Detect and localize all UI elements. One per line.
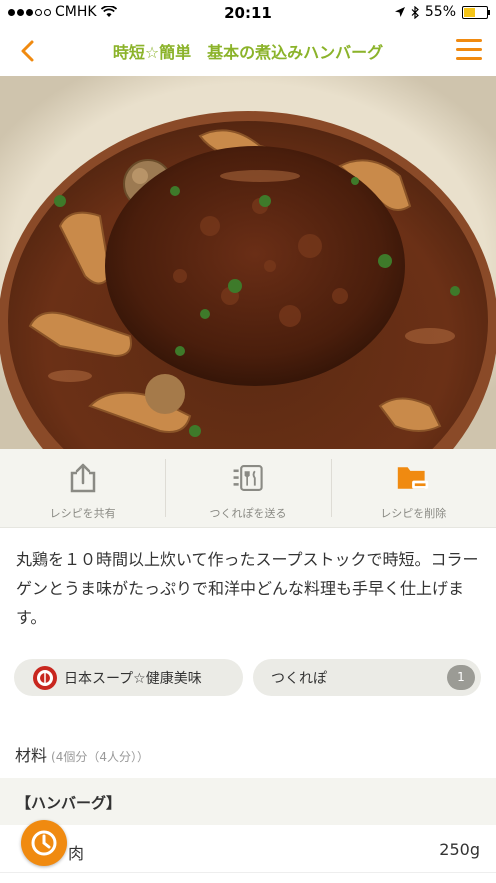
- ingredient-row: 肉 250g: [0, 826, 496, 873]
- ingredient-amount: 250g: [439, 840, 480, 859]
- menu-button[interactable]: [456, 39, 482, 61]
- recipe-description: 丸鶏を１０時間以上炊いて作ったスープストックで時短。コラーゲンとうま味がたっぷり…: [16, 550, 479, 627]
- servings-note: (4個分（4人分））: [51, 750, 149, 764]
- timer-button[interactable]: [21, 820, 67, 866]
- recipe-meta-chips: 日本スープ☆健康美味 つくれぽ 1: [14, 659, 482, 697]
- author-logo-icon: [37, 669, 53, 686]
- clock-icon: [31, 830, 57, 856]
- battery-icon: [462, 5, 490, 19]
- back-button[interactable]: [14, 36, 44, 66]
- status-right: 55%: [394, 4, 490, 20]
- ingredients-title: 材料: [15, 746, 48, 765]
- tsukurepo-count-badge: 1: [447, 665, 475, 690]
- ingredient-name: 肉: [68, 844, 85, 863]
- share-recipe-button[interactable]: レシピを共有: [0, 449, 165, 527]
- ingredient-group-header: 【ハンバーグ】: [0, 778, 496, 825]
- action-label: レシピを共有: [49, 507, 116, 520]
- hamburger-menu-icon: [456, 39, 482, 42]
- tsukurepo-chip[interactable]: つくれぽ 1: [253, 659, 481, 696]
- recipe-action-bar: レシピを共有 つくれぽを送る レシピを削除: [0, 449, 496, 528]
- avatar: [33, 665, 57, 690]
- page-title: 時短☆簡単 基本の煮込みハンバーグ: [112, 43, 384, 62]
- author-chip[interactable]: 日本スープ☆健康美味: [14, 659, 243, 696]
- bluetooth-icon: [411, 5, 419, 19]
- ingredient-group-name: 【ハンバーグ】: [16, 794, 122, 812]
- action-label: レシピを削除: [380, 507, 447, 520]
- share-icon: [66, 461, 100, 495]
- navigation-bar: 時短☆簡単 基本の煮込みハンバーグ: [0, 26, 496, 76]
- status-bar: CMHK 20:11 55%: [0, 0, 496, 26]
- location-arrow-icon: [394, 7, 405, 17]
- tsukurepo-label: つくれぽ: [271, 670, 327, 687]
- recipe-photo: [0, 76, 496, 449]
- ingredients-heading: 材料 (4個分（4人分））: [15, 742, 149, 766]
- chevron-left-icon: [21, 40, 34, 62]
- utensils-note-icon: [231, 461, 265, 495]
- send-tsukurepo-button[interactable]: つくれぽを送る: [165, 449, 330, 527]
- author-name: 日本スープ☆健康美味: [64, 670, 202, 687]
- delete-recipe-button[interactable]: レシピを削除: [330, 449, 496, 527]
- folder-remove-icon: [396, 461, 430, 495]
- battery-percent: 55%: [424, 4, 456, 20]
- action-label: つくれぽを送る: [209, 507, 287, 520]
